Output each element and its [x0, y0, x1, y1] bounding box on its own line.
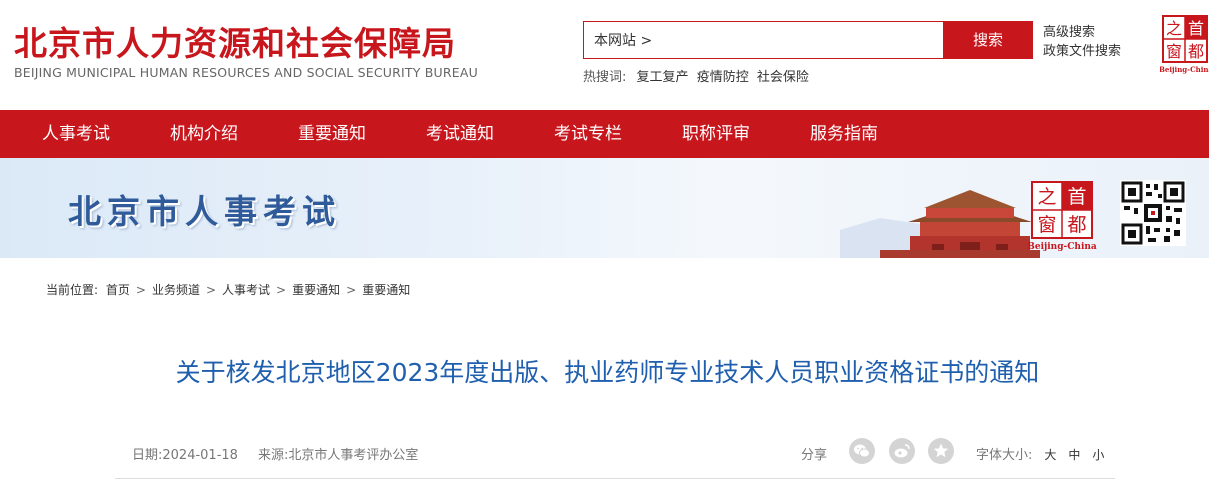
qr-code-icon — [1120, 180, 1186, 246]
font-size-label: 字体大小: — [976, 448, 1033, 463]
nav-item-exam-notice[interactable]: 考试通知 — [426, 110, 494, 158]
wechat-icon[interactable] — [849, 438, 875, 464]
svg-text:Beijing-China: Beijing-China — [1160, 65, 1209, 74]
nav-item-important-notice[interactable]: 重要通知 — [298, 110, 366, 158]
policy-search-link[interactable]: 政策文件搜索 — [1043, 42, 1121, 61]
source-label: 来源: — [257, 448, 289, 463]
breadcrumb-item[interactable]: 业务频道 — [152, 283, 200, 297]
share-label: 分享 — [801, 448, 828, 463]
font-size-control: 字体大小: 大中小 — [976, 444, 1104, 463]
svg-text:窗: 窗 — [1166, 42, 1182, 61]
date-label: 日期: — [132, 448, 163, 463]
svg-text:窗: 窗 — [1037, 214, 1056, 236]
article-title: 关于核发北京地区2023年度出版、执业药师专业技术人员职业资格证书的通知 — [175, 358, 1040, 387]
svg-text:都: 都 — [1188, 42, 1204, 61]
font-size-large-button[interactable]: 大 — [1044, 448, 1056, 462]
svg-text:Beijing-China: Beijing-China — [1027, 242, 1097, 252]
hot-search-label: 热搜词: — [583, 70, 627, 85]
capital-window-banner-logo: 首 都 之 窗 Beijing-China — [1027, 181, 1097, 252]
meta-divider — [115, 478, 1115, 479]
breadcrumb-item[interactable]: 人事考试 — [222, 283, 270, 297]
svg-text:首: 首 — [1067, 186, 1086, 208]
site-subtitle: BEIJING MUNICIPAL HUMAN RESOURCES AND SO… — [14, 65, 478, 80]
svg-text:之: 之 — [1166, 19, 1182, 38]
breadcrumb-item[interactable]: 重要通知 — [362, 283, 410, 297]
article-date: 2024-01-18 — [162, 448, 238, 463]
search-box[interactable] — [583, 21, 943, 59]
hot-search-item[interactable]: 社会保险 — [757, 70, 809, 85]
search-input[interactable] — [584, 22, 943, 58]
nav-item-about[interactable]: 机构介绍 — [170, 110, 238, 158]
weibo-icon[interactable] — [889, 438, 915, 464]
nav-item-service-guide[interactable]: 服务指南 — [810, 110, 878, 158]
advanced-search-link[interactable]: 高级搜索 — [1043, 23, 1121, 42]
font-size-small-button[interactable]: 小 — [1092, 448, 1104, 462]
svg-text:都: 都 — [1067, 214, 1086, 236]
main-nav: 人事考试 机构介绍 重要通知 考试通知 考试专栏 职称评审 服务指南 — [0, 110, 1209, 158]
breadcrumb: 当前位置: 首页 > 业务频道 > 人事考试 > 重要通知 > 重要通知 — [46, 283, 411, 297]
article-meta: 日期:2024-01-18 来源:北京市人事考评办公室 — [132, 444, 418, 463]
hot-search-item[interactable]: 疫情防控 — [697, 70, 749, 85]
nav-item-exam-column[interactable]: 考试专栏 — [554, 110, 622, 158]
svg-text:之: 之 — [1037, 186, 1056, 208]
banner: 北京市人事考试 首 都 之 窗 Beijing-China — [0, 158, 1209, 258]
breadcrumb-label: 当前位置: — [46, 283, 99, 297]
breadcrumb-item-home[interactable]: 首页 — [106, 283, 130, 297]
hot-search-item[interactable]: 复工复产 — [637, 70, 689, 85]
font-size-medium-button[interactable]: 中 — [1068, 448, 1080, 462]
banner-title: 北京市人事考试 — [68, 192, 341, 231]
site-title[interactable]: 北京市人力资源和社会保障局 — [14, 17, 456, 65]
star-icon[interactable] — [928, 438, 954, 464]
advanced-search-links: 高级搜索 政策文件搜索 — [1043, 23, 1121, 61]
tiananmen-illustration: 首 都 之 窗 Beijing-China — [840, 181, 1097, 258]
search-button[interactable]: 搜索 — [943, 21, 1033, 59]
hot-search: 热搜词: 复工复产 疫情防控 社会保险 — [583, 66, 813, 85]
nav-item-title-review[interactable]: 职称评审 — [682, 110, 750, 158]
article-source: 北京市人事考评办公室 — [288, 448, 419, 463]
svg-text:首: 首 — [1188, 19, 1204, 38]
nav-item-personnel-exam[interactable]: 人事考试 — [42, 110, 110, 158]
breadcrumb-item[interactable]: 重要通知 — [292, 283, 340, 297]
site-header: 北京市人力资源和社会保障局 BEIJING MUNICIPAL HUMAN RE… — [0, 0, 1209, 110]
capital-window-logo[interactable]: 首 都 之 窗 Beijing-China — [1160, 13, 1209, 75]
